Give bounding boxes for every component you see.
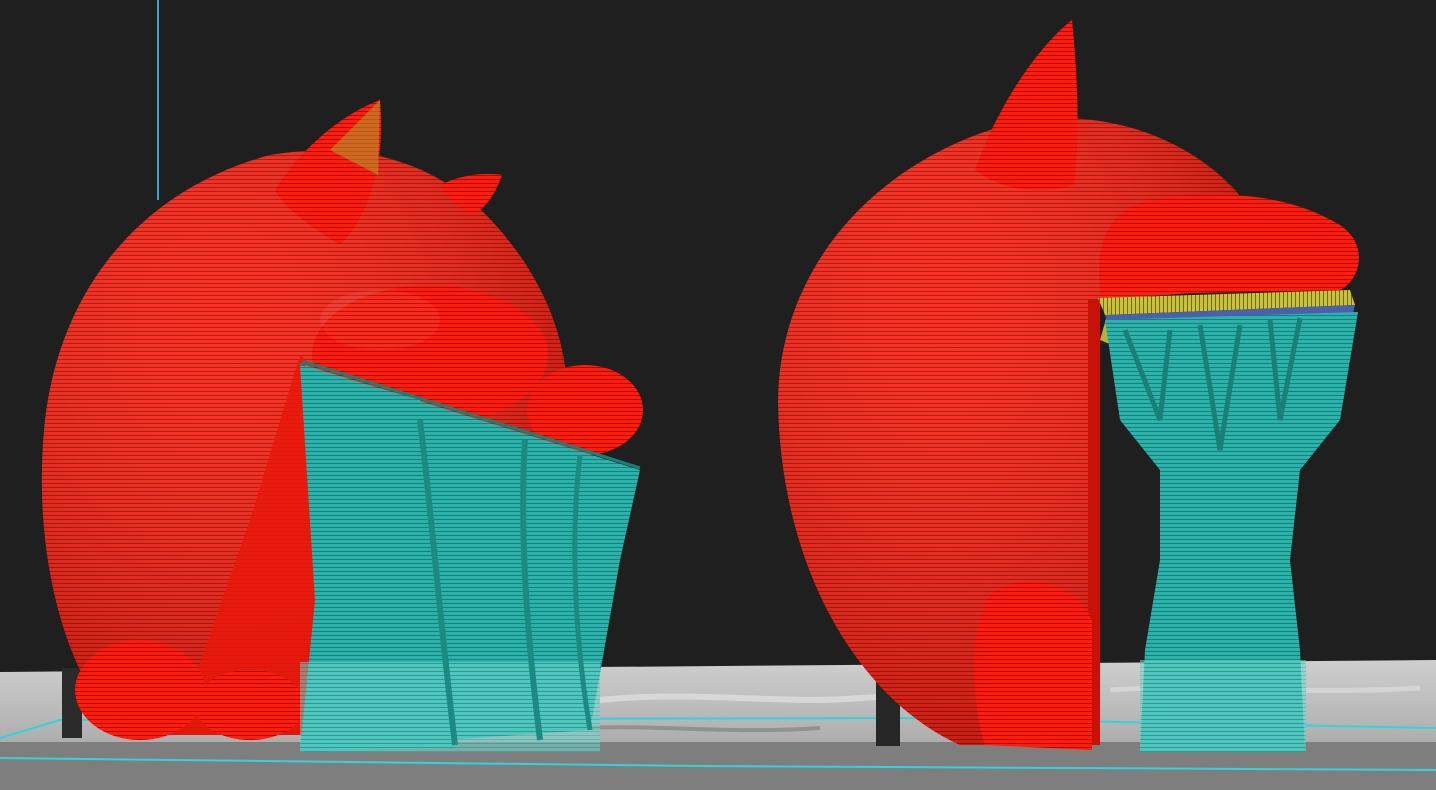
layer-preview-scene[interactable] bbox=[0, 0, 1436, 790]
left-model-foot bbox=[195, 670, 305, 740]
left-model-foot bbox=[75, 640, 205, 740]
right-model-foot bbox=[974, 581, 1092, 750]
3d-viewport[interactable] bbox=[0, 0, 1436, 790]
